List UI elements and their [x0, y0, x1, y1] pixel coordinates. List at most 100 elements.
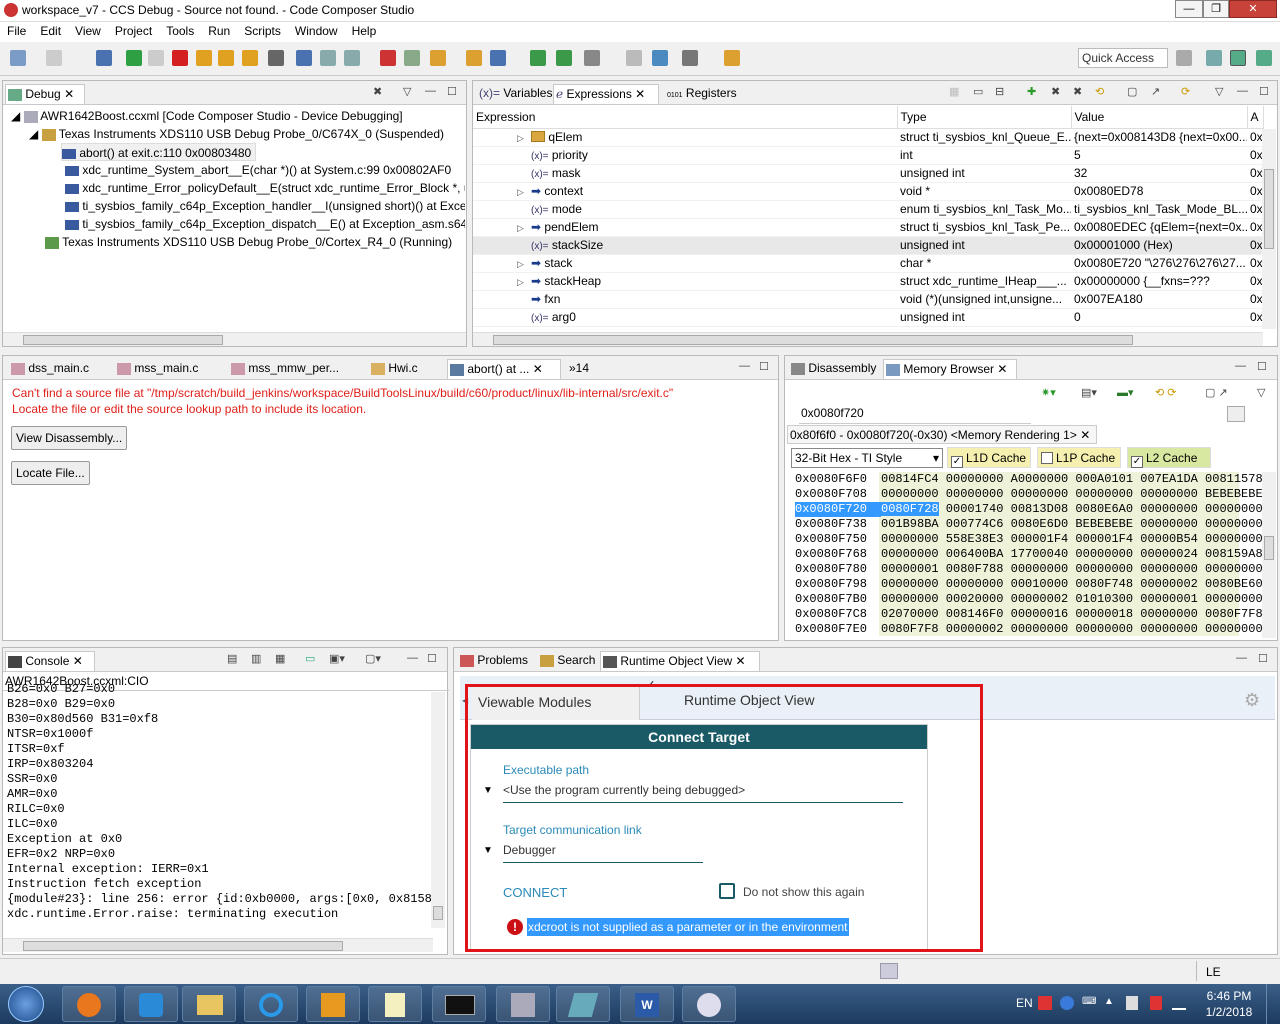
expand-icon[interactable]: ▷: [517, 187, 531, 198]
tab-console[interactable]: Console ✕: [5, 651, 95, 671]
status-icon[interactable]: [880, 963, 898, 979]
tab-runtime-object-view[interactable]: Runtime Object View ✕: [600, 651, 760, 671]
expression-cell[interactable]: ▷ ➡ pendElem: [473, 218, 897, 237]
maximize-view-icon[interactable]: ☐: [1259, 85, 1269, 98]
start-button[interactable]: [8, 986, 44, 1022]
menu-run[interactable]: Run: [201, 22, 237, 40]
export-icon[interactable]: ↗: [1151, 85, 1160, 98]
menu-file[interactable]: File: [0, 22, 33, 40]
folder-icon[interactable]: [626, 50, 642, 66]
memory-data[interactable]: 00814FC4 00000000 A0000000 000A0101 007E…: [881, 472, 1263, 486]
remove-all-terminated-icon[interactable]: ✖: [373, 85, 382, 98]
load-icon[interactable]: [320, 50, 336, 66]
stack-frame-selected[interactable]: abort() at exit.c:110 0x00803480: [61, 143, 257, 161]
value-cell[interactable]: 0: [1071, 308, 1247, 327]
new-tab-icon[interactable]: ▢ ↗: [1205, 386, 1228, 399]
target-icon[interactable]: [404, 50, 420, 66]
memory-row[interactable]: 0x0080F7C8 02070000 008146F0 00000016 000…: [795, 607, 1263, 622]
tab-abort[interactable]: abort() at ... ✕: [447, 359, 561, 379]
table-row[interactable]: ▷ ➡ pendElem struct ti_sysbios_knl_Task_Pe…: [473, 218, 1263, 237]
table-row[interactable]: ▷ ➡ stack char * 0x0080E720 "\276\276\276\2…: [473, 254, 1263, 273]
new-icon[interactable]: [10, 50, 26, 66]
table-row[interactable]: ▷ qElem struct ti_sysbios_knl_Queue_E...{…: [473, 128, 1263, 147]
continuous-refresh-icon[interactable]: ⟳: [1181, 85, 1190, 98]
scrollbar-thumb[interactable]: [23, 941, 343, 951]
volume-muted-icon[interactable]: [1150, 996, 1162, 1010]
display-selected-console-icon[interactable]: ▣▾: [329, 652, 345, 665]
device-tray-icon[interactable]: [1126, 996, 1138, 1010]
vertical-scrollbar[interactable]: [1262, 129, 1276, 329]
expression-cell[interactable]: (x)= priority: [473, 146, 897, 165]
tab-hwi[interactable]: Hwi.c: [369, 359, 443, 379]
memory-cell-selected[interactable]: 0080F728: [881, 502, 939, 516]
memory-data[interactable]: 00000001 0080F788 00000000 00000000 0000…: [881, 562, 1263, 576]
memory-data[interactable]: 00000000 006400BA 17700040 00000000 0000…: [881, 547, 1263, 561]
memory-address[interactable]: 0x0080F708: [795, 487, 881, 502]
taskbar-cmd[interactable]: [432, 986, 486, 1022]
memory-data[interactable]: 00000000 00000000 00000000 00000000 0000…: [881, 487, 1263, 501]
memory-row[interactable]: 0x0080F7E0 0080F7F8 00000002 00000000 000…: [795, 622, 1263, 637]
column-header-type[interactable]: Type: [897, 106, 1072, 129]
stack-frame[interactable]: xdc_runtime_System_abort__E(char *)() at…: [65, 161, 451, 179]
tab-mss-mmw[interactable]: mss_mmw_per...: [229, 359, 363, 379]
memory-address-input[interactable]: 0x0080f720: [799, 404, 1031, 424]
connect-icon[interactable]: [296, 50, 312, 66]
l1p-cache-toggle[interactable]: L1P Cache: [1037, 447, 1121, 468]
tab-dss-main[interactable]: dss_main.c: [9, 359, 109, 379]
gear-icon[interactable]: ⚙: [1244, 690, 1260, 711]
new-view-icon[interactable]: ▢: [1127, 85, 1137, 98]
expression-cell[interactable]: ➡ fxn: [473, 290, 897, 309]
memory-address[interactable]: 0x0080F7C8: [795, 607, 881, 622]
expand-icon[interactable]: ▷: [517, 277, 531, 288]
keyboard-tray-icon[interactable]: ⌨: [1082, 996, 1096, 1007]
scroll-lock-icon[interactable]: ▥: [251, 652, 261, 665]
tab-registers[interactable]: 0101 Registers: [665, 84, 745, 104]
clock[interactable]: 6:46 PM 1/2/2018: [1204, 989, 1254, 1019]
scrollbar-thumb[interactable]: [23, 335, 223, 345]
more-tabs[interactable]: »14: [567, 359, 607, 379]
stack-frame[interactable]: ti_sysbios_family_c64p_Exception_dispatc…: [65, 215, 465, 233]
menu-window[interactable]: Window: [288, 22, 345, 40]
memory-row[interactable]: 0x0080F720 0080F728 00001740 00813D08 008…: [795, 502, 1263, 517]
value-cell[interactable]: 32: [1071, 164, 1247, 183]
memory-data[interactable]: 00000000 558E38E3 000001F4 000001F4 0000…: [881, 532, 1263, 546]
tab-disassembly[interactable]: Disassembly: [789, 359, 879, 379]
view-disassembly-button[interactable]: View Disassembly...: [11, 426, 128, 450]
maximize-view-icon[interactable]: ☐: [759, 360, 769, 373]
table-row[interactable]: ▷ ➡ context void * 0x0080ED78 0x: [473, 182, 1263, 201]
table-row[interactable]: (x)= stackSize unsigned int 0x00001000 (He…: [473, 236, 1263, 255]
maximize-view-icon[interactable]: ☐: [427, 652, 437, 665]
expression-cell[interactable]: ▷ ➡ stack: [473, 254, 897, 273]
value-cell[interactable]: ti_sysbios_knl_Task_Mode_BL...: [1071, 200, 1247, 219]
gear-icon[interactable]: ✷▾: [1041, 386, 1056, 399]
memory-row[interactable]: 0x0080F798 00000000 00000000 00010000 008…: [795, 577, 1263, 592]
maximize-view-icon[interactable]: ☐: [1257, 360, 1267, 373]
pin-console-icon[interactable]: ▭: [305, 652, 315, 665]
horizontal-scrollbar[interactable]: [473, 332, 1263, 346]
minimize-view-icon[interactable]: —: [425, 85, 436, 97]
memory-row[interactable]: 0x0080F768 00000000 006400BA 17700040 000…: [795, 547, 1263, 562]
close-icon[interactable]: ✕: [997, 362, 1007, 376]
pin-icon[interactable]: [724, 50, 740, 66]
close-icon[interactable]: ✕: [73, 654, 83, 668]
taskbar-firefox[interactable]: [62, 986, 116, 1022]
clear-console-icon[interactable]: ▤: [227, 652, 237, 665]
save-icon[interactable]: [46, 50, 62, 66]
minimize-view-icon[interactable]: —: [739, 360, 750, 372]
taskbar-ie[interactable]: [244, 986, 298, 1022]
memory-chip-icon[interactable]: ▬▾: [1117, 386, 1134, 399]
tab-variables[interactable]: (x)= Variables: [477, 84, 553, 104]
word-wrap-icon[interactable]: ▦: [275, 652, 285, 665]
close-icon[interactable]: ✕: [736, 654, 746, 668]
refresh-expressions-icon[interactable]: ⟲: [1095, 85, 1104, 98]
pdf-tray-icon[interactable]: [1038, 996, 1052, 1010]
terminate-icon[interactable]: [172, 50, 188, 66]
expression-cell[interactable]: ▷ qElem: [473, 128, 897, 147]
table-row[interactable]: ▷ ➡ stackHeap struct xdc_runtime_IHeap___.…: [473, 272, 1263, 291]
taskbar-app[interactable]: [682, 986, 736, 1022]
network-icon[interactable]: [1172, 996, 1186, 1010]
memory-rendering-tab[interactable]: 0x80f6f0 - 0x0080f720(-0x30) <Memory Ren…: [787, 425, 1097, 444]
memory-row[interactable]: 0x0080F708 00000000 00000000 00000000 000…: [795, 487, 1263, 502]
memory-row[interactable]: 0x0080F750 00000000 558E38E3 000001F4 000…: [795, 532, 1263, 547]
minimize-view-icon[interactable]: —: [1235, 360, 1246, 372]
